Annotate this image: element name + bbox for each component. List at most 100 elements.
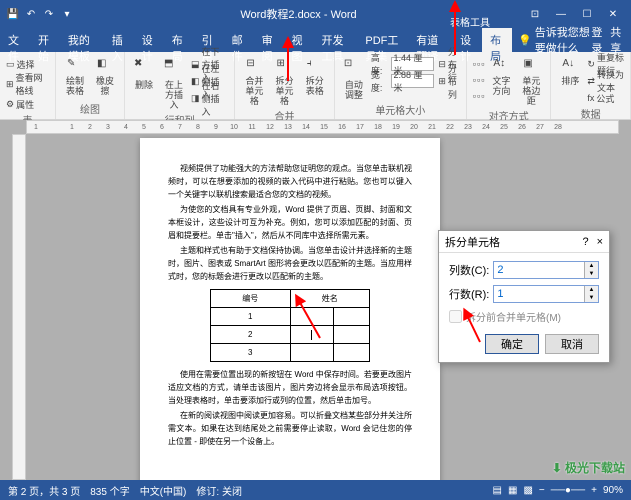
view-gridlines-button[interactable]: ⊞ 查看网格线 xyxy=(6,76,49,92)
tell-me[interactable]: 💡告诉我您想要做什么 xyxy=(518,28,591,52)
table-cell[interactable]: 2 xyxy=(211,326,291,344)
pencil-icon: ✎ xyxy=(67,58,83,74)
split-icon: ⊞ xyxy=(277,58,293,74)
document-page[interactable]: 视频提供了功能强大的方法帮助您证明您的观点。当您单击联机视频时，可以在想要添加的… xyxy=(140,138,440,480)
zoom-slider[interactable]: ──●── xyxy=(551,485,585,496)
rows-spinner[interactable]: ▲▼ xyxy=(493,285,599,303)
tab-layout[interactable]: 布局 xyxy=(164,28,194,52)
insert-above-button[interactable]: ⬒在上方插入 xyxy=(161,56,187,112)
paragraph[interactable]: 视频提供了功能强大的方法帮助您证明您的观点。当您单击联机视频时，可以在想要添加的… xyxy=(168,162,412,201)
text-direction-button[interactable]: A↕文字方向 xyxy=(488,56,514,98)
qat-more-icon[interactable]: ▾ xyxy=(60,7,74,21)
table-cell[interactable] xyxy=(333,308,369,326)
tab-review[interactable]: 审阅 xyxy=(254,28,284,52)
text-dir-icon: A↕ xyxy=(493,58,509,74)
dialog-close-icon[interactable]: × xyxy=(597,236,603,248)
eraser-button[interactable]: ◧橡皮擦 xyxy=(92,56,118,98)
tab-table-layout[interactable]: 布局 xyxy=(482,28,512,52)
save-icon[interactable]: 💾 xyxy=(6,7,20,21)
columns-input[interactable] xyxy=(494,262,584,278)
table-cell[interactable] xyxy=(333,344,369,362)
status-track[interactable]: 修订: 关闭 xyxy=(196,483,242,498)
align-bc[interactable]: ▫ xyxy=(477,91,480,101)
tab-home[interactable]: 开始 xyxy=(30,28,60,52)
paragraph[interactable]: 主题和样式也有助于文档保持协调。当您单击设计并选择新的主题时，图片、图表或 Sm… xyxy=(168,244,412,283)
convert-text-button[interactable]: ⇄ 转换为文本 xyxy=(587,73,624,89)
paragraph[interactable]: 为使您的文档具有专业外观，Word 提供了页眉、页脚、封面和文本框设计，这些设计… xyxy=(168,203,412,242)
tab-view[interactable]: 视图 xyxy=(284,28,314,52)
merge-cells-button[interactable]: ⊟合并单元格 xyxy=(241,56,267,108)
width-input[interactable]: 2.88 厘米 xyxy=(391,74,435,88)
align-mc[interactable]: ▫ xyxy=(477,75,480,85)
table-cell[interactable]: 3 xyxy=(211,344,291,362)
spin-up-icon[interactable]: ▲ xyxy=(585,262,598,270)
table-cell[interactable] xyxy=(290,308,333,326)
align-tl[interactable]: ▫ xyxy=(473,59,476,69)
tab-developer[interactable]: 开发工具 xyxy=(313,28,357,52)
sort-button[interactable]: A↓排序 xyxy=(557,56,583,88)
tab-file[interactable]: 文件 xyxy=(0,28,30,52)
vertical-ruler[interactable] xyxy=(12,134,26,480)
paragraph[interactable]: 在新的阅读视图中阅读更加容易。可以折叠文档某些部分并关注所需文本。如果在达到结尾… xyxy=(168,409,412,448)
sort-icon: A↓ xyxy=(562,58,578,74)
tab-pdf[interactable]: PDF工具集 xyxy=(357,28,408,52)
columns-spinner[interactable]: ▲▼ xyxy=(493,261,599,279)
view-read-icon[interactable]: ▤ xyxy=(493,485,502,496)
table-cell[interactable] xyxy=(290,344,333,362)
ok-button[interactable]: 确定 xyxy=(485,334,539,354)
zoom-in-icon[interactable]: + xyxy=(591,485,597,496)
table-cell[interactable]: 1 xyxy=(211,308,291,326)
undo-icon[interactable]: ↶ xyxy=(24,7,38,21)
align-tr[interactable]: ▫ xyxy=(481,59,484,69)
select-button[interactable]: ▭ 选择 xyxy=(6,56,35,72)
align-bl[interactable]: ▫ xyxy=(473,91,476,101)
table-cell[interactable] xyxy=(333,326,369,344)
properties-button[interactable]: ⚙ 属性 xyxy=(6,96,34,112)
tab-templates[interactable]: 我的模板 xyxy=(60,28,104,52)
align-ml[interactable]: ▫ xyxy=(473,75,476,85)
status-words[interactable]: 835 个字 xyxy=(90,483,129,498)
watermark: ⬇ 极光下载站 xyxy=(552,459,625,476)
distribute-cols-button[interactable]: ⊞ 分布列 xyxy=(438,73,459,89)
paragraph[interactable]: 使用在需要位置出现的新按钮在 Word 中保存时间。若要更改图片适应文档的方式，… xyxy=(168,368,412,407)
draw-table-button[interactable]: ✎绘制表格 xyxy=(62,56,88,98)
delete-button[interactable]: ✖删除 xyxy=(131,56,157,92)
zoom-out-icon[interactable]: − xyxy=(539,485,545,496)
tab-design[interactable]: 设计 xyxy=(134,28,164,52)
align-tc[interactable]: ▫ xyxy=(477,59,480,69)
dialog-title: 拆分单元格 xyxy=(445,234,582,250)
align-mr[interactable]: ▫ xyxy=(481,75,484,85)
horizontal-ruler[interactable]: 1123456789101112131415161718192021222324… xyxy=(26,120,619,134)
view-web-icon[interactable]: ▩ xyxy=(523,485,532,496)
tab-youdao[interactable]: 有道翻译 xyxy=(408,28,452,52)
spin-down-icon[interactable]: ▼ xyxy=(585,294,598,302)
spin-down-icon[interactable]: ▼ xyxy=(585,270,598,278)
status-lang[interactable]: 中文(中国) xyxy=(140,483,187,498)
autofit-button[interactable]: ⊡自动调整 xyxy=(341,56,367,102)
maximize-icon[interactable]: ☐ xyxy=(575,4,599,24)
redo-icon[interactable]: ↷ xyxy=(42,7,56,21)
cell-margins-button[interactable]: ▣单元格边距 xyxy=(518,56,544,108)
close-icon[interactable]: ✕ xyxy=(601,4,625,24)
insert-right-button[interactable]: ◨ 在右侧插入 xyxy=(191,90,228,106)
split-table-icon: ⫞ xyxy=(307,58,323,74)
view-print-icon[interactable]: ▦ xyxy=(508,485,517,496)
cancel-button[interactable]: 取消 xyxy=(545,334,599,354)
ribbon-options-icon[interactable]: ⊡ xyxy=(523,4,547,24)
table-header[interactable]: 姓名 xyxy=(290,290,370,308)
tab-insert[interactable]: 插入 xyxy=(104,28,134,52)
align-br[interactable]: ▫ xyxy=(481,91,484,101)
dialog-help-icon[interactable]: ? xyxy=(582,236,588,248)
bulb-icon: 💡 xyxy=(518,34,532,47)
table-cell[interactable] xyxy=(290,326,333,344)
zoom-level[interactable]: 90% xyxy=(603,485,623,496)
document-table[interactable]: 编号姓名 1 2 3 xyxy=(210,289,370,362)
spin-up-icon[interactable]: ▲ xyxy=(585,286,598,294)
table-header[interactable]: 编号 xyxy=(211,290,291,308)
split-cells-button[interactable]: ⊞拆分单元格 xyxy=(271,56,297,108)
rows-input[interactable] xyxy=(494,286,584,302)
split-table-button[interactable]: ⫞拆分表格 xyxy=(302,56,328,98)
status-page[interactable]: 第 2 页，共 3 页 xyxy=(8,483,80,498)
minimize-icon[interactable]: — xyxy=(549,4,573,24)
formula-button[interactable]: fx 公式 xyxy=(587,90,624,106)
